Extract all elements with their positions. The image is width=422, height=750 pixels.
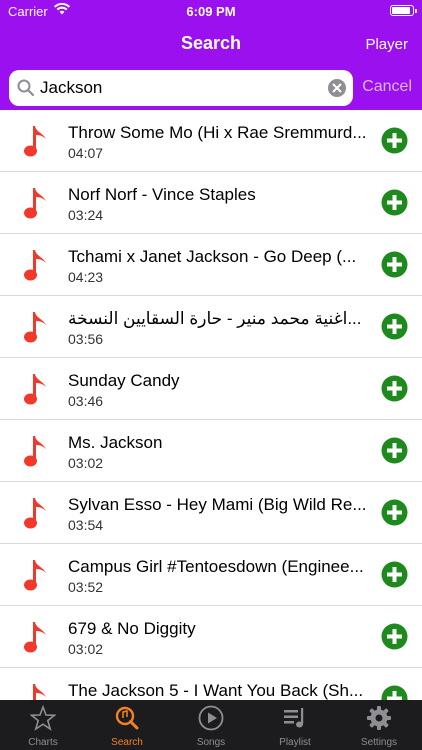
clear-search-icon[interactable] [328,79,346,97]
tab-bar: Charts Search Songs Playlist Settings [0,700,422,750]
song-title: Sunday Candy [68,371,180,390]
song-title: اغنية محمد منير - حارة السقايين النسخة..… [68,309,362,328]
tab-label: Playlist [279,737,311,748]
list-item[interactable]: Campus Girl #Tentoesdown (Enginee... 03:5… [0,544,422,606]
search-icon [17,79,35,102]
music-note-icon [23,434,49,473]
song-duration: 04:23 [68,269,104,285]
search-field [9,70,353,106]
page-title: Search [180,33,242,53]
song-title: Norf Norf - Vince Staples [68,185,256,204]
music-note-icon [23,124,49,163]
music-note-icon [23,372,49,411]
tab-search[interactable]: Search [85,700,169,750]
nav-bar: Carrier 6:09 PM Search Player [0,0,422,66]
music-note-icon [23,310,49,349]
search-input[interactable] [40,75,320,101]
tab-label: Search [111,737,143,748]
gear-icon [366,705,392,731]
song-duration: 03:56 [68,331,104,347]
song-title: Campus Girl #Tentoesdown (Enginee... [68,557,364,576]
search-icon [114,705,140,731]
song-title: Tchami x Janet Jackson - Go Deep (... [68,247,357,266]
tab-charts[interactable]: Charts [1,700,85,750]
tab-playlist[interactable]: Playlist [253,700,337,750]
battery-icon [390,5,417,16]
search-bar: Cancel [0,66,422,110]
song-title: Ms. Jackson [68,433,163,452]
list-item[interactable]: The Jackson 5 - I Want You Back (Sh...05… [0,668,422,700]
add-icon[interactable] [381,685,408,700]
tab-songs[interactable]: Songs [169,700,253,750]
song-title: Sylvan Esso - Hey Mami (Big Wild Re... [68,495,367,514]
cancel-button[interactable]: Cancel [362,78,412,96]
song-duration: 03:02 [68,455,104,471]
add-icon[interactable] [381,127,408,154]
list-item[interactable]: Sunday Candy 03:46 [0,358,422,420]
music-note-icon [23,248,49,287]
music-note-icon [23,682,49,700]
playlist-icon [282,705,308,731]
song-duration: 03:24 [68,207,104,223]
play-icon [198,705,224,731]
add-icon[interactable] [381,375,408,402]
player-button[interactable]: Player [365,36,408,53]
music-note-icon [23,620,49,659]
music-note-icon [23,186,49,225]
status-bar: Carrier 6:09 PM [0,0,422,22]
list-item[interactable]: Tchami x Janet Jackson - Go Deep (... 04:… [0,234,422,296]
song-duration: 03:52 [68,579,104,595]
list-item[interactable]: 679 & No Diggity 03:02 [0,606,422,668]
song-duration: 04:07 [68,145,104,161]
add-icon[interactable] [381,251,408,278]
tab-label: Songs [196,737,226,748]
search-results-list: Throw Some Mo (Hi x Rae Sremmurd... 04:07… [0,110,422,700]
add-icon[interactable] [381,437,408,464]
music-note-icon [23,558,49,597]
song-title: 679 & No Diggity [68,619,196,638]
music-note-icon [23,496,49,535]
list-item[interactable]: Sylvan Esso - Hey Mami (Big Wild Re... 03… [0,482,422,544]
list-item[interactable]: Norf Norf - Vince Staples 03:24 [0,172,422,234]
add-icon[interactable] [381,189,408,216]
add-icon[interactable] [381,561,408,588]
song-duration: 03:54 [68,517,104,533]
list-item[interactable]: اغنية محمد منير - حارة السقايين النسخة..… [0,296,422,358]
star-icon [29,704,57,731]
song-duration: 03:46 [68,393,104,409]
add-icon[interactable] [381,313,408,340]
song-duration: 03:02 [68,641,104,657]
list-item[interactable]: Ms. Jackson 03:02 [0,420,422,482]
list-item[interactable]: Throw Some Mo (Hi x Rae Sremmurd... 04:07 [0,110,422,172]
song-title: The Jackson 5 - I Want You Back (Sh... [68,681,364,700]
status-time: 6:09 PM [186,4,236,19]
tab-settings[interactable]: Settings [337,700,421,750]
song-title: Throw Some Mo (Hi x Rae Sremmurd... [68,123,367,142]
tab-label: Charts [28,737,58,748]
add-icon[interactable] [381,623,408,650]
add-icon[interactable] [381,499,408,526]
tab-label: Settings [360,737,398,748]
